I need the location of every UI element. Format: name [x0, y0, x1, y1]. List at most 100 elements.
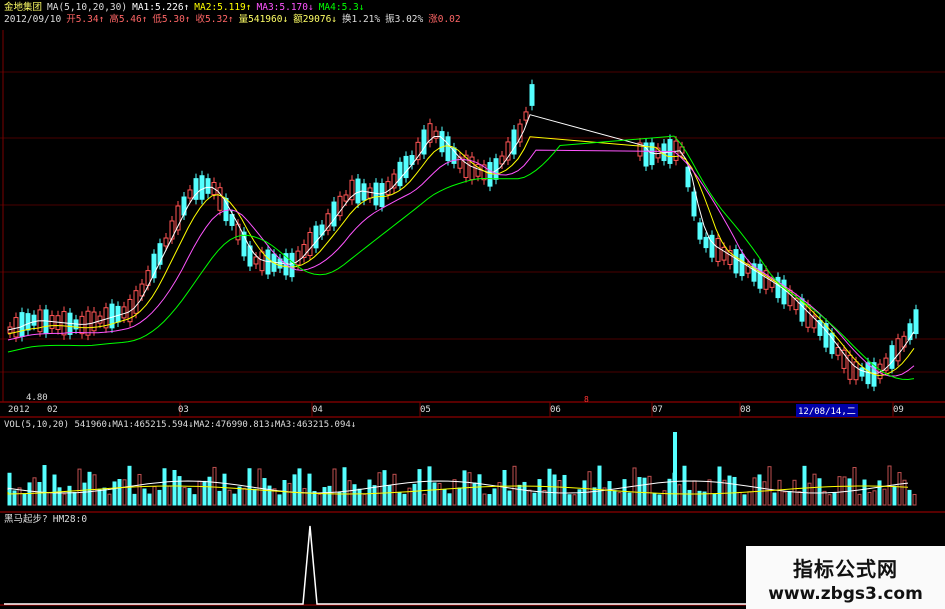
volume-bar	[907, 489, 912, 506]
volume-bar	[772, 492, 777, 506]
volume-bar	[832, 492, 837, 506]
candle-body	[889, 345, 895, 369]
volume-bar	[167, 485, 172, 506]
ma3-line	[7, 149, 915, 377]
candle-body	[217, 187, 223, 211]
volume-bar	[202, 480, 207, 506]
candle-body	[163, 237, 169, 247]
volume-bar	[572, 494, 577, 506]
volume-bar	[397, 492, 402, 506]
watermark-title: 指标公式网	[793, 557, 898, 581]
low-mark: 8	[584, 395, 589, 404]
candle-body	[445, 136, 451, 162]
volume-bar	[647, 475, 652, 506]
indicator-name: 黑马起步?	[4, 514, 48, 525]
volume-bar	[327, 485, 332, 506]
candle-body	[853, 361, 859, 381]
watermark: 指标公式网 www.zbgs3.com	[746, 546, 945, 609]
candle-body	[289, 252, 295, 278]
volume-bar	[792, 479, 797, 506]
volume-bar	[707, 479, 712, 506]
volume-bar	[437, 483, 442, 506]
volume-bar	[482, 493, 487, 506]
volume-bar	[372, 485, 377, 506]
volume-bar	[222, 473, 227, 506]
volume-bar	[722, 479, 727, 506]
low-price-label: 4.80	[26, 393, 48, 403]
candle-body	[331, 201, 337, 227]
volume-bar	[847, 478, 852, 506]
candle-body	[523, 111, 529, 121]
volume-bar	[677, 484, 682, 506]
volume-bar	[802, 465, 807, 506]
volume-bar	[342, 467, 347, 506]
volume-bar	[717, 466, 722, 506]
volume-bar	[417, 469, 422, 506]
cursor-date-label: 12/08/14,二	[796, 404, 858, 417]
volume-bar	[617, 492, 622, 506]
volume-bar	[812, 473, 817, 506]
chart-window: 金地集团 MA(5,10,20,30) MA1:5.226↑ MA2:5.119↑ MA…	[0, 0, 945, 609]
volume-bar	[237, 486, 242, 506]
volume-bar	[782, 491, 787, 506]
volume-bar	[47, 492, 52, 506]
volume-bar	[867, 491, 872, 506]
volume-bar	[562, 474, 567, 506]
axis-label-03: 03	[178, 405, 189, 415]
volume-bar	[82, 482, 87, 506]
kline-chart[interactable]	[0, 0, 945, 609]
volume-bar	[292, 474, 297, 506]
volume-bar	[302, 488, 307, 506]
volume-bar	[507, 490, 512, 506]
volume-bar	[567, 494, 572, 506]
volume-bar	[427, 466, 432, 506]
ma4-line	[7, 135, 915, 381]
candle-body	[91, 311, 97, 332]
volume-bar	[172, 469, 177, 506]
volume-bar	[77, 468, 82, 506]
volume-bar	[477, 474, 482, 506]
volume-bar	[842, 476, 847, 506]
volume-bar	[412, 483, 417, 506]
candle-body	[739, 253, 745, 277]
candle-body	[721, 246, 727, 261]
candle-body	[199, 175, 205, 200]
volume-bar	[432, 482, 437, 506]
candle-body	[205, 178, 211, 194]
volume-bar	[42, 465, 47, 506]
volume-bar	[727, 475, 732, 506]
volume-bar	[762, 481, 767, 506]
volume-bar	[487, 494, 492, 506]
volume-bar	[12, 490, 17, 506]
volume-bar	[97, 488, 102, 506]
axis-label-04: 04	[312, 405, 323, 415]
volume-bar	[187, 487, 192, 506]
volume-bar	[377, 472, 382, 506]
volume-bar	[157, 489, 162, 506]
candle-body	[913, 309, 919, 335]
candle-body	[295, 250, 301, 266]
volume-bar	[242, 487, 247, 506]
volume-bar	[367, 479, 372, 506]
axis-label-02: 02	[47, 405, 58, 415]
volume-bar	[197, 480, 202, 506]
volume-bar	[332, 468, 337, 506]
volume-bar	[447, 493, 452, 506]
candle-body	[895, 338, 901, 362]
volume-bar	[457, 487, 462, 506]
volume-bar	[212, 466, 217, 506]
candle-body	[487, 162, 493, 187]
candle-body	[79, 315, 85, 335]
volume-bar	[322, 487, 327, 506]
volume-bar	[127, 465, 132, 506]
volume-bar	[612, 490, 617, 506]
volume-bar	[662, 490, 667, 506]
volume-bar	[307, 473, 312, 506]
volume-bar	[297, 468, 302, 506]
volume-bar	[257, 468, 262, 506]
volume-bar	[147, 493, 152, 506]
candle-body	[715, 238, 721, 262]
volume-bar	[467, 472, 472, 506]
candle-body	[847, 354, 853, 380]
volume-bar	[822, 490, 827, 506]
